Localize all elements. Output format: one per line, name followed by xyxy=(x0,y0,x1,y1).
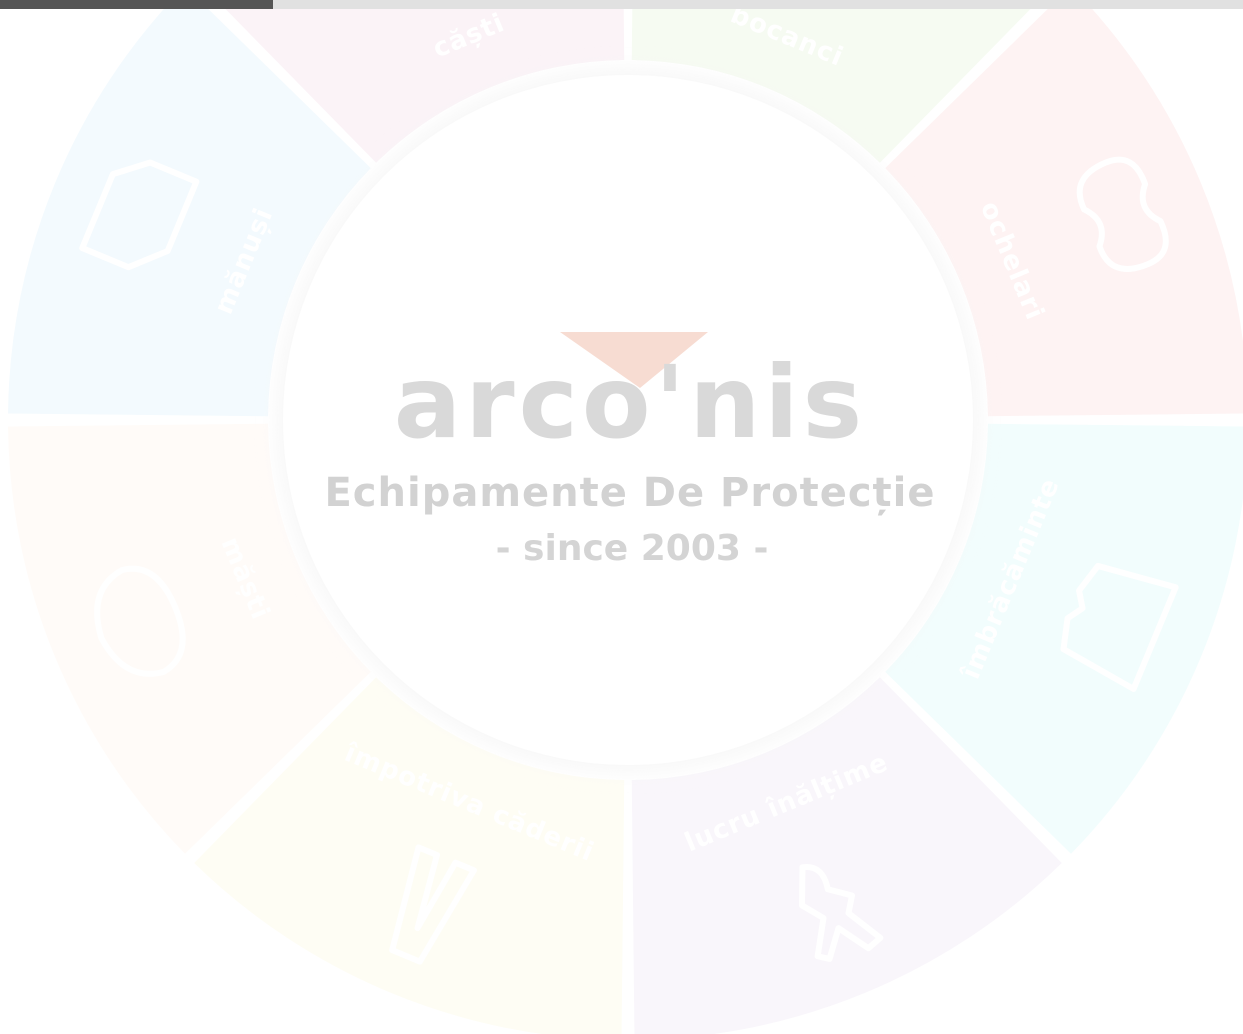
logo-since: - since 2003 - xyxy=(496,528,769,569)
loading-progress-fill xyxy=(0,0,274,9)
category-wheel: căști bocanciochelariîmbrăcămintelucru în… xyxy=(8,0,1243,1034)
logo-subtitle: Echipamente De Protecție xyxy=(324,470,935,516)
loading-progress-track xyxy=(0,0,1243,9)
logo-brand-name: arco'nis xyxy=(394,344,866,461)
category-wheel-page: căști bocanci ochelari îmbrăcăminte lucru în… xyxy=(0,0,1243,1034)
